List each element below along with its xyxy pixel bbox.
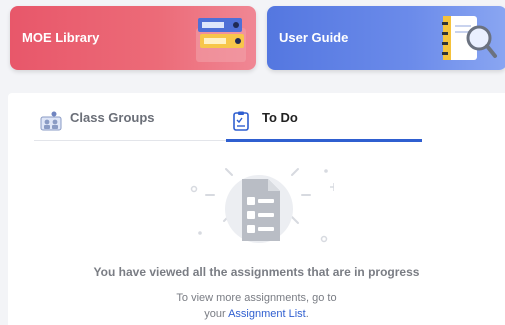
tab-class-groups[interactable]: Class Groups [34,101,224,141]
class-groups-icon [40,111,62,131]
empty-state-suffix: . [305,308,309,320]
tab-class-groups-label: Class Groups [70,110,155,125]
empty-checklist-icon [190,168,334,243]
moe-library-card[interactable]: MOE Library [10,6,256,70]
todo-clipboard-icon [233,111,249,131]
empty-state-hint-link-line: your Assignment List. [8,308,505,320]
empty-state-title: You have viewed all the assignments that… [93,265,420,279]
user-guide-card[interactable]: User Guide [267,6,505,70]
assignments-panel: Class Groups To Do You have viewed all t… [8,93,505,325]
user-guide-label: User Guide [279,30,349,45]
guide-book-magnifier-icon [442,16,497,60]
assignment-list-link[interactable]: Assignment List [228,308,306,320]
moe-library-label: MOE Library [22,30,100,45]
tab-to-do[interactable]: To Do [226,101,422,142]
empty-state-prefix: your [204,308,229,320]
tab-to-do-label: To Do [262,110,298,125]
empty-state-hint: To view more assignments, go to [176,292,337,304]
binders-icon [196,18,246,62]
tab-bar: Class Groups To Do [34,101,422,142]
